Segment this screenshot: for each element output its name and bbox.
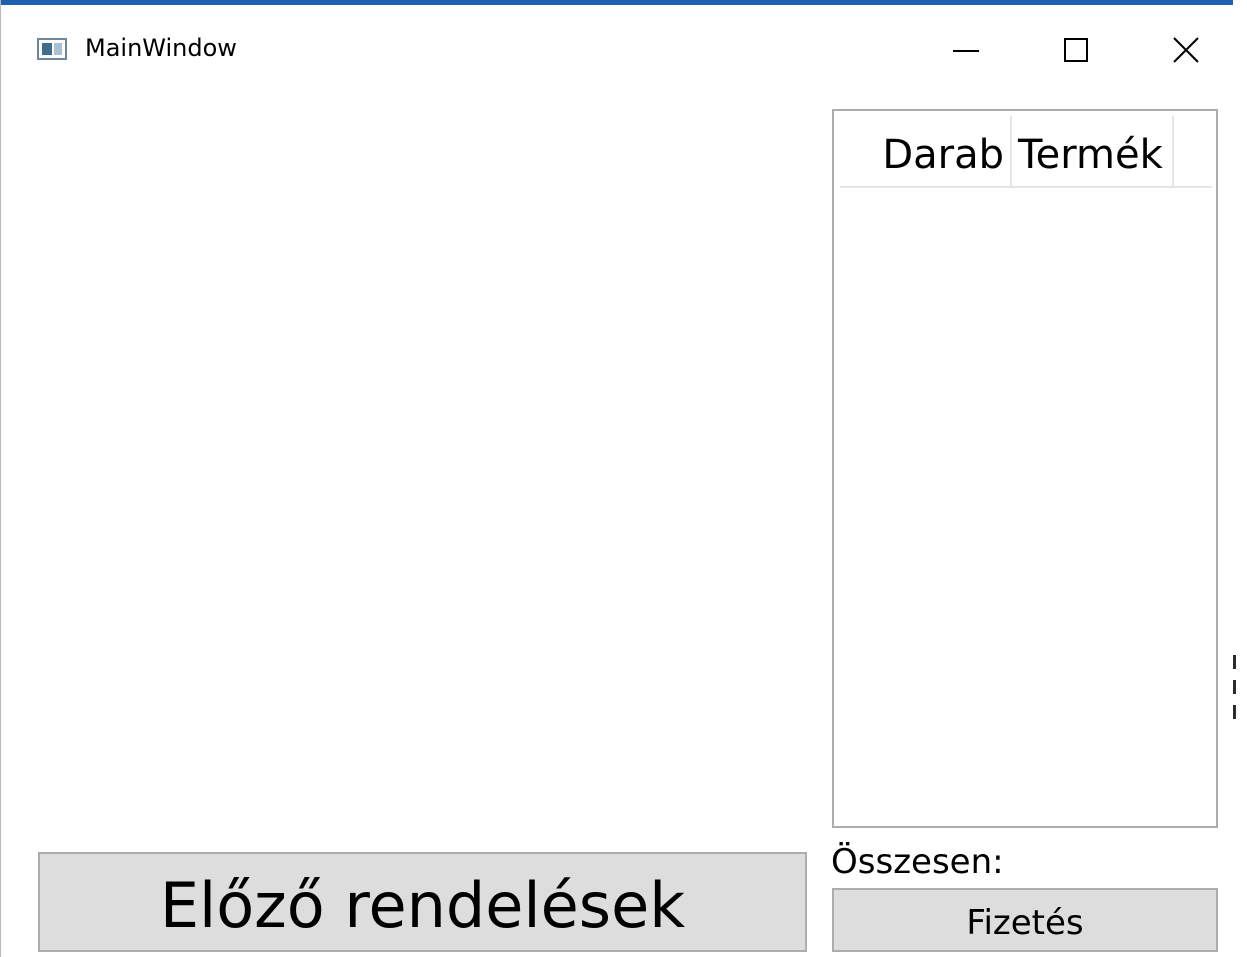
column-header-product[interactable]: Termék	[1012, 116, 1174, 186]
background-fragment	[1233, 680, 1236, 694]
title-bar[interactable]: MainWindow	[1, 5, 1247, 87]
maximize-icon	[1064, 38, 1088, 62]
maximize-button[interactable]	[1041, 15, 1111, 85]
minimize-button[interactable]	[931, 15, 1001, 85]
pay-button[interactable]: Fizetés	[832, 888, 1218, 952]
window-right-edge	[1233, 0, 1247, 957]
order-list-view[interactable]: Darab Termék	[832, 109, 1218, 828]
app-window-icon	[37, 38, 67, 60]
background-fragment	[1233, 655, 1236, 669]
list-header: Darab Termék	[840, 116, 1212, 188]
close-icon	[1173, 37, 1199, 63]
column-header-quantity[interactable]: Darab	[840, 116, 1012, 186]
close-button[interactable]	[1151, 15, 1221, 85]
total-label: Összesen:	[831, 842, 1004, 882]
background-fragment	[1233, 705, 1236, 719]
minimize-icon	[953, 50, 979, 52]
main-window: MainWindow Darab Termék Előző rendelések…	[0, 0, 1247, 957]
window-title: MainWindow	[85, 34, 237, 62]
previous-orders-button[interactable]: Előző rendelések	[38, 852, 807, 952]
